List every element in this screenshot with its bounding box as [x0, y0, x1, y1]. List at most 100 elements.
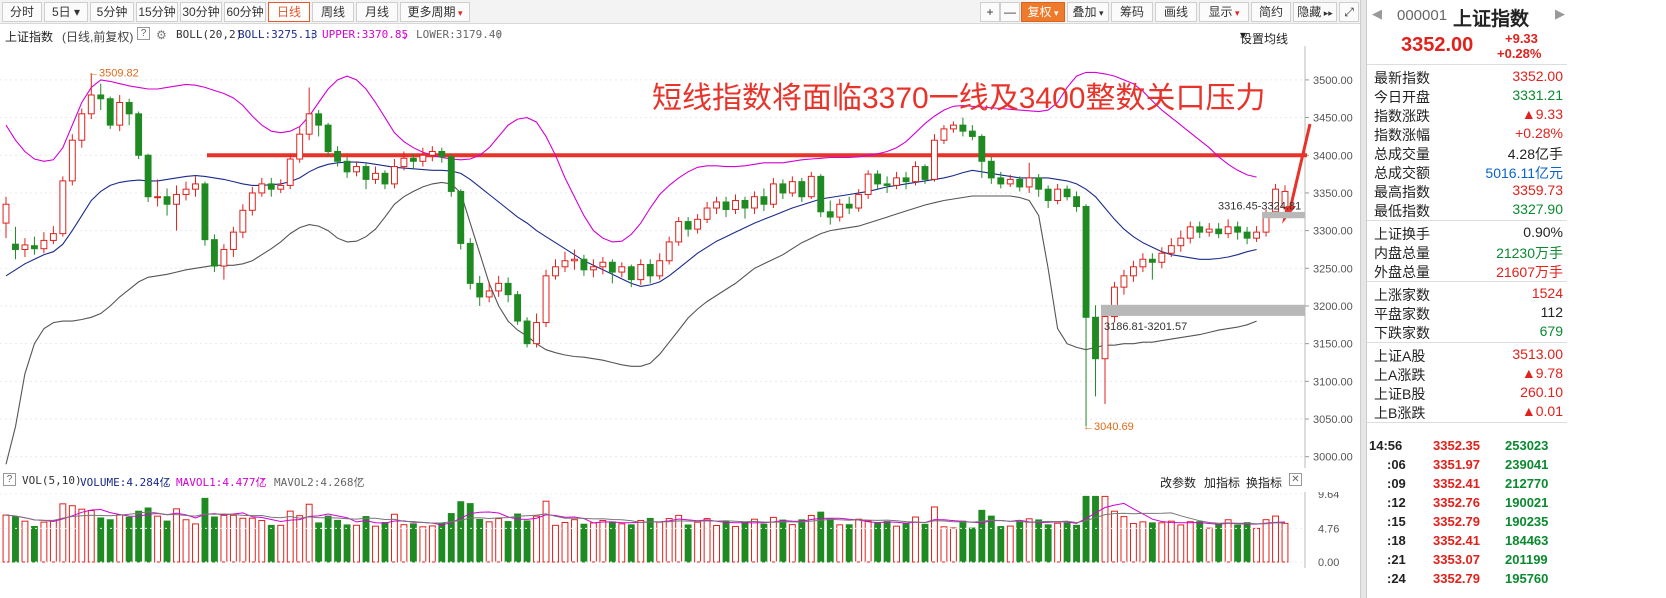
settings-gear-icon[interactable]: ⚙: [156, 28, 167, 42]
next-arrow-icon[interactable]: ▶: [1555, 6, 1565, 22]
period-tab-daily[interactable]: 日线: [268, 2, 310, 22]
volume-bar: [779, 519, 787, 563]
overlay-dropdown[interactable]: 叠加 ▾: [1067, 2, 1109, 22]
candle-body: [1063, 188, 1071, 198]
help-icon[interactable]: ?: [137, 27, 150, 40]
mavol1-value: MAVOL1:4.477亿: [176, 476, 267, 489]
volume-bar: [533, 515, 540, 563]
upper-band-value: UPPER:3370.85: [322, 28, 409, 41]
stat-row: 总成交额 5016.11亿元: [1367, 162, 1666, 181]
candle-body: [173, 193, 180, 205]
stat-row: 上A涨跌 ▲9.78: [1367, 364, 1666, 383]
candle-body: [296, 133, 304, 160]
adjust-dropdown[interactable]: 复权 ▾: [1021, 2, 1065, 22]
add-indicator-button[interactable]: 加指标: [1204, 474, 1240, 491]
volume-bar: [1025, 518, 1033, 563]
candle-body: [1092, 316, 1099, 360]
period-tab-5day[interactable]: 5日 ▾: [44, 2, 88, 22]
candlestick-chart[interactable]: 3500.00 3450.00 3400.00 3350.00 3300.00 3250.…: [0, 46, 1360, 476]
candle-body: [779, 183, 787, 194]
volume-bar: [1234, 524, 1242, 563]
candle-body: [1082, 206, 1090, 318]
candle-body: [883, 183, 891, 186]
switch-indicator-button[interactable]: 换指标: [1246, 474, 1282, 491]
volume-bar: [192, 523, 199, 563]
chips-button[interactable]: 筹码: [1111, 2, 1153, 22]
dropdown-arrow-icon: ▾: [1096, 8, 1104, 18]
volume-bar: [788, 524, 796, 563]
volume-bar: [135, 510, 143, 563]
stat-label: 上证B股: [1374, 386, 1426, 402]
period-tab-30min[interactable]: 30分钟: [180, 2, 222, 22]
volume-bar: [457, 501, 465, 563]
candle-body: [949, 124, 957, 130]
volume-bar: [362, 516, 370, 563]
volume-bar: [675, 514, 683, 563]
hide-button[interactable]: 隐藏 ▸▸: [1293, 2, 1337, 22]
volume-bar: [751, 518, 758, 563]
stat-value: 3327.90: [1512, 201, 1563, 217]
stat-value: 1524: [1531, 285, 1563, 301]
tick-time: :15: [1387, 514, 1406, 529]
zoom-in-button[interactable]: +: [980, 2, 1000, 22]
change-params-button[interactable]: 改参数: [1160, 474, 1196, 491]
candle-body: [1177, 237, 1185, 247]
candle-body: [163, 196, 171, 205]
period-toolbar: 分时 5日 ▾ 5分钟 15分钟 30分钟 60分钟 日线 周线 月线 更多周期…: [0, 0, 1362, 24]
zoom-out-button[interactable]: —: [1000, 2, 1020, 22]
stat-label: 指数涨跌: [1374, 108, 1430, 124]
volume-bar: [239, 517, 247, 563]
close-icon[interactable]: ✕: [1289, 473, 1302, 486]
candle-body: [1186, 226, 1194, 239]
period-tab-timeshare[interactable]: 分时: [2, 2, 42, 22]
candle-body: [987, 160, 995, 179]
divider: [1367, 281, 1567, 282]
stat-value: 112: [1540, 304, 1563, 320]
help-icon[interactable]: ?: [3, 473, 16, 486]
period-tab-15min[interactable]: 15分钟: [136, 2, 178, 22]
tick-price: 3352.35: [1433, 438, 1480, 453]
tick-time: :21: [1387, 552, 1406, 567]
candle-body: [1253, 231, 1261, 239]
arrow-down-icon: ↓: [402, 28, 408, 42]
period-tab-5min[interactable]: 5分钟: [90, 2, 134, 22]
tick-time: :06: [1387, 457, 1406, 472]
tick-price: 3352.41: [1433, 476, 1480, 491]
candle-body: [1054, 188, 1062, 201]
stat-value: +0.28%: [1515, 125, 1563, 141]
candle-body: [2, 203, 10, 224]
volume-bar: [1054, 522, 1062, 563]
volume-bar: [552, 524, 559, 563]
tick-time: :24: [1387, 571, 1406, 586]
stat-row: 最新指数 3352.00: [1367, 67, 1666, 86]
volume-bar: [286, 510, 294, 563]
candle-body: [49, 233, 57, 241]
candle-body: [788, 181, 796, 194]
simple-mode-button[interactable]: 简约: [1251, 2, 1291, 22]
prev-arrow-icon[interactable]: ◀: [1372, 6, 1382, 22]
candle-body: [372, 172, 379, 180]
candle-body: [87, 94, 95, 115]
candle-body: [703, 207, 711, 220]
display-dropdown[interactable]: 显示 ▾: [1199, 2, 1249, 22]
candle-body: [362, 166, 370, 180]
volume-chart[interactable]: 9.64 4.76 0.00: [0, 492, 1360, 568]
price-change: +9.33: [1505, 31, 1538, 46]
candle-body: [419, 154, 427, 162]
period-tab-monthly[interactable]: 月线: [356, 2, 398, 22]
set-ma-button[interactable]: 设置均线 ▾: [1240, 28, 1288, 46]
volume-bar: [523, 520, 531, 563]
draw-line-button[interactable]: 画线: [1155, 2, 1197, 22]
fullscreen-icon[interactable]: ⤢: [1339, 2, 1359, 22]
tick-row: :24 3352.79 195760: [1367, 570, 1666, 588]
volume-bar: [997, 526, 1005, 563]
arrow-up-icon: ↑: [496, 28, 502, 42]
volume-bar: [893, 525, 900, 563]
period-tab-weekly[interactable]: 周线: [312, 2, 354, 22]
volume-bar: [703, 518, 711, 563]
candle-body: [466, 242, 474, 284]
more-periods-dropdown[interactable]: 更多周期 ▾: [400, 2, 470, 22]
tick-price: 3352.79: [1433, 571, 1480, 586]
stat-row: 下跌家数 679: [1367, 322, 1666, 341]
period-tab-60min[interactable]: 60分钟: [224, 2, 266, 22]
